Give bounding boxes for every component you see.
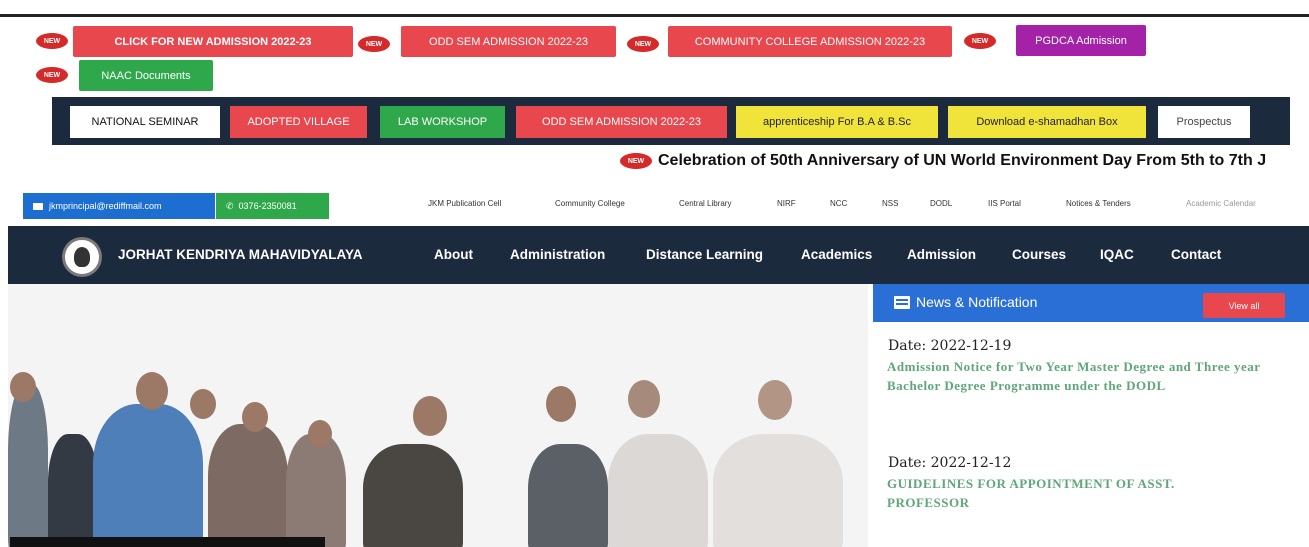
community-college-admission-button[interactable]: COMMUNITY COLLEGE ADMISSION 2022-23 [668,26,952,57]
photo-head [308,420,332,448]
photo-person [528,444,608,547]
photo-head [628,380,660,418]
photo-head [413,396,447,436]
nav-courses[interactable]: Courses [1012,247,1066,262]
photo-person [713,434,843,547]
phone-icon: ✆ [226,200,234,211]
photo-head [546,386,576,422]
download-eshamadhan-button[interactable]: Download e-shamadhan Box [948,106,1146,138]
top-link-nirf[interactable]: NIRF [777,199,796,208]
photo-person [286,434,346,547]
new-badge-icon: NEW [358,36,390,52]
nav-distance-learning[interactable]: Distance Learning [646,247,763,262]
nav-about[interactable]: About [434,247,473,262]
news-date: Date: 2022-12-12 [888,455,1012,471]
phone-text: 0376-2350081 [238,201,297,211]
nav-contact[interactable]: Contact [1171,247,1221,262]
college-name[interactable]: JORHAT KENDRIYA MAHAVIDYALAYA [118,247,363,262]
nav-iqac[interactable]: IQAC [1100,247,1134,262]
photo-person [8,384,48,547]
odd-sem-admission-link[interactable]: ODD SEM ADMISSION 2022-23 [516,106,727,138]
prospectus-button[interactable]: Prospectus [1158,106,1250,138]
new-badge-icon: NEW [36,67,68,83]
adopted-village-button[interactable]: ADOPTED VILLAGE [230,106,367,138]
new-badge-icon: NEW [620,153,652,169]
top-link-iis-portal[interactable]: IIS Portal [988,199,1021,208]
lab-workshop-button[interactable]: LAB WORKSHOP [380,106,505,138]
news-item-link[interactable]: Admission Notice for Two Year Master Deg… [887,357,1267,395]
news-panel-title: News & Notification [894,294,1037,310]
photo-head [10,372,36,402]
photo-person [208,424,288,547]
news-title-text: News & Notification [916,294,1038,310]
top-link-notices-tenders[interactable]: Notices & Tenders [1066,199,1131,208]
news-item-link[interactable]: GUIDELINES FOR APPOINTMENT OF ASST. PROF… [887,474,1257,512]
nav-admission[interactable]: Admission [907,247,976,262]
photo-person [93,404,203,547]
apprenticeship-button[interactable]: apprenticeship For B.A & B.Sc [736,106,938,138]
new-badge-icon: NEW [36,33,68,49]
top-link-nss[interactable]: NSS [882,199,898,208]
announcement-marquee[interactable]: NEW Celebration of 50th Anniversary of U… [620,150,1266,172]
newspaper-icon [894,295,910,309]
odd-sem-admission-button[interactable]: ODD SEM ADMISSION 2022-23 [401,26,616,57]
new-admission-button[interactable]: CLICK FOR NEW ADMISSION 2022-23 [73,26,353,57]
news-date: Date: 2022-12-19 [888,338,1012,354]
top-link-academic-calendar[interactable]: Academic Calendar [1186,199,1256,208]
top-link-dodl[interactable]: DODL [930,199,952,208]
nav-administration[interactable]: Administration [510,247,605,262]
top-link-community-college[interactable]: Community College [555,199,625,208]
slider-caption-bar [10,537,325,547]
pgdca-admission-button[interactable]: PGDCA Admission [1016,25,1146,56]
top-link-central-library[interactable]: Central Library [679,199,731,208]
naac-documents-button[interactable]: NAAC Documents [79,60,213,91]
view-all-button[interactable]: View all [1203,293,1285,318]
announcement-text: Celebration of 50th Anniversary of UN Wo… [658,152,1267,169]
new-badge-icon: NEW [964,33,996,49]
top-link-publication-cell[interactable]: JKM Publication Cell [428,199,501,208]
nav-academics[interactable]: Academics [801,247,872,262]
photo-person [608,434,708,547]
photo-head [136,372,168,410]
phone-contact[interactable]: ✆ 0376-2350081 [216,193,329,219]
photo-person [363,444,463,547]
college-logo[interactable] [62,237,102,277]
national-seminar-button[interactable]: NATIONAL SEMINAR [70,106,220,138]
hero-slider-image[interactable] [8,284,868,547]
photo-head [190,389,216,419]
envelope-icon [33,202,43,210]
new-badge-icon: NEW [627,36,659,52]
top-border-line [0,14,1309,17]
email-text: jkmprincipal@rediffmail.com [49,201,162,211]
photo-person [48,434,98,547]
photo-head [758,380,792,420]
photo-head [242,402,268,432]
top-link-ncc[interactable]: NCC [830,199,847,208]
email-contact[interactable]: jkmprincipal@rediffmail.com [23,193,215,219]
